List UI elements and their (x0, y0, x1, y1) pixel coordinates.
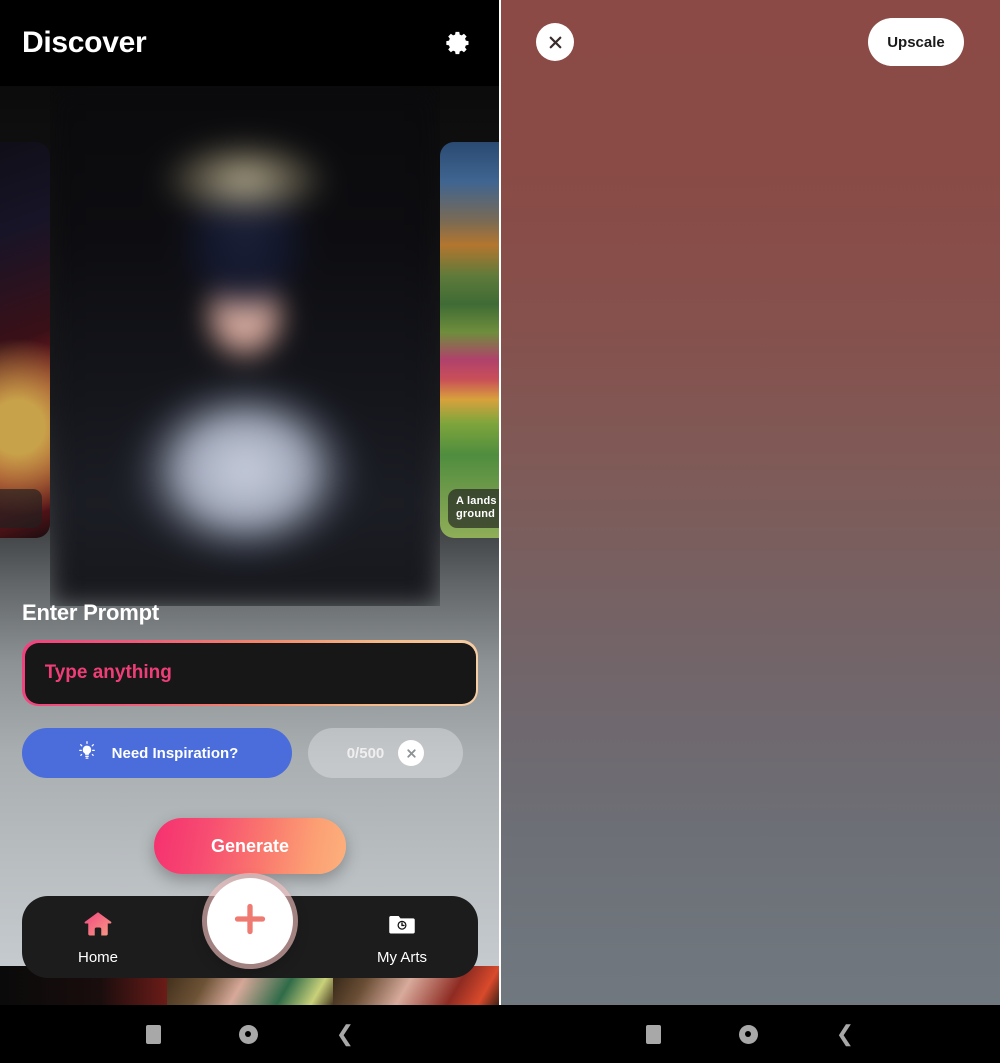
prompt-input[interactable] (24, 642, 476, 704)
sidebar-item-my-arts[interactable]: My Arts (326, 909, 478, 966)
image-carousel[interactable]: rt, tic, A lands ground (0, 86, 500, 606)
panel-divider (499, 0, 501, 1005)
right-header: Upscale (500, 0, 1000, 84)
sidebar-item-home[interactable]: Home (22, 909, 174, 966)
square-recents-icon[interactable] (645, 1024, 661, 1044)
chevron-back-icon[interactable]: ❮ (836, 1023, 854, 1045)
gear-icon[interactable] (438, 23, 478, 63)
android-navbar-left: ❮ (0, 1005, 500, 1063)
prompt-label: Enter Prompt (22, 600, 159, 625)
carousel-caption-previous: rt, tic, (0, 488, 42, 528)
need-inspiration-button[interactable]: Need Inspiration? (22, 728, 292, 778)
carousel-card-active[interactable] (50, 86, 440, 606)
home-icon (81, 909, 115, 943)
carousel-active-image (50, 86, 440, 606)
folder-clock-icon (386, 909, 418, 943)
chevron-back-icon[interactable]: ❮ (336, 1023, 354, 1045)
tab-label-my-arts: My Arts (376, 948, 427, 966)
plus-icon (228, 897, 272, 946)
left-screen: rt, tic, A lands ground Discover Enter P… (0, 0, 500, 1063)
clear-prompt-button[interactable] (398, 740, 425, 766)
prompt-input-wrapper (22, 640, 478, 706)
dual-screenshot: rt, tic, A lands ground Discover Enter P… (0, 0, 1000, 1063)
close-icon[interactable] (536, 23, 574, 61)
carousel-caption-next: A lands ground (448, 488, 500, 528)
create-fab-button[interactable] (207, 878, 293, 964)
page-title: Discover (22, 26, 147, 59)
right-screen: Upscale Copy&Edit Prompt (500, 0, 1000, 1063)
lightbulb-icon (76, 740, 98, 766)
android-navbar-right: ❮ (500, 1005, 1000, 1063)
generate-button[interactable]: Generate (154, 818, 346, 874)
carousel-card-previous[interactable]: rt, tic, (0, 142, 50, 538)
result-view (500, 0, 1000, 1005)
need-inspiration-label: Need Inspiration? (111, 744, 239, 762)
tab-label-home: Home (77, 948, 118, 966)
carousel-card-next[interactable]: A lands ground (440, 142, 500, 538)
circle-home-icon[interactable] (238, 1024, 258, 1044)
upscale-button[interactable]: Upscale (868, 18, 964, 66)
char-counter-pill[interactable]: 0/500 (308, 728, 463, 778)
prompt-section: Enter Prompt Type anything Need Inspirat… (0, 600, 500, 778)
square-recents-icon[interactable] (145, 1024, 161, 1044)
circle-home-icon[interactable] (738, 1024, 758, 1044)
left-header: Discover (0, 0, 500, 86)
prompt-actions-row: Need Inspiration? 0/500 (22, 728, 478, 778)
char-counter: 0/500 (346, 744, 385, 762)
